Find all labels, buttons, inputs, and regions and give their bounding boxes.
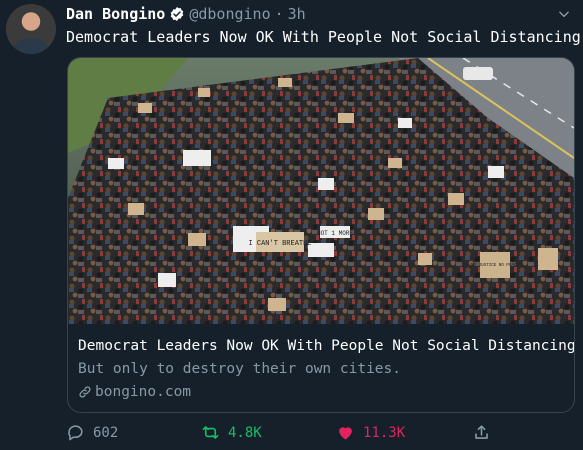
- author-handle[interactable]: @dbongino: [189, 5, 270, 23]
- reply-button[interactable]: 602: [66, 423, 118, 442]
- author-avatar[interactable]: [6, 4, 56, 54]
- share-button[interactable]: [472, 423, 499, 442]
- placard-text: NO JUSTICE NO PEACE: [471, 264, 519, 268]
- tweet-timestamp[interactable]: 3h: [288, 5, 306, 23]
- card-image[interactable]: I CAN'T BREATHE NOT 1 MORE NO JUSTICE NO…: [68, 58, 574, 324]
- link-card[interactable]: I CAN'T BREATHE NOT 1 MORE NO JUSTICE NO…: [67, 57, 575, 413]
- protest-crowd-photo: I CAN'T BREATHE NOT 1 MORE NO JUSTICE NO…: [68, 58, 574, 324]
- card-domain-text: bongino.com: [95, 384, 192, 400]
- placard-text: I CAN'T BREATHE: [248, 240, 311, 248]
- retweet-button[interactable]: 4.8K: [201, 423, 262, 442]
- card-title: Democrat Leaders Now OK With People Not …: [78, 338, 575, 354]
- like-button[interactable]: 11.3K: [336, 423, 405, 442]
- author-name[interactable]: Dan Bongino: [66, 5, 165, 23]
- link-icon: [79, 386, 91, 398]
- heart-icon: [339, 427, 352, 440]
- like-count: 11.3K: [363, 424, 406, 441]
- retweet-icon: [202, 426, 219, 439]
- placard-text: NOT 1 MORE: [317, 230, 353, 237]
- retweet-count: 4.8K: [228, 424, 262, 441]
- share-icon: [475, 425, 488, 439]
- avatar-shirt: [14, 38, 48, 54]
- reply-icon: [68, 425, 83, 441]
- tweet-text: Democrat Leaders Now OK With People Not …: [66, 28, 581, 46]
- card-description: But only to destroy their own cities.: [78, 361, 402, 377]
- tweet-actions: 602 4.8K 11.3K: [66, 423, 496, 445]
- tweet-header: Dan Bongino @dbongino · 3h: [66, 5, 553, 23]
- header-separator: ·: [274, 5, 284, 23]
- card-domain: bongino.com: [78, 384, 191, 400]
- chevron-down-icon[interactable]: [557, 7, 571, 21]
- reply-count: 602: [93, 424, 119, 441]
- verified-badge-icon: [171, 7, 184, 21]
